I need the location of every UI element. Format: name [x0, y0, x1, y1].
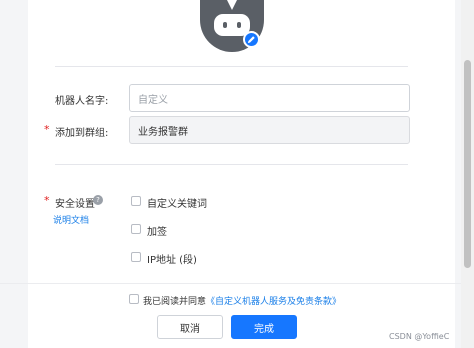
robot-name-input[interactable]: 自定义	[129, 84, 410, 112]
doc-link[interactable]: 说明文档	[53, 213, 89, 226]
agree-prefix: 我已阅读并同意	[143, 297, 207, 307]
question-icon[interactable]: ?	[93, 195, 103, 205]
sign-checkbox[interactable]	[131, 224, 141, 234]
terms-link[interactable]: 《自定义机器人服务及免责条款》	[206, 297, 341, 307]
edit-avatar-button[interactable]	[243, 31, 260, 48]
ip-checkbox[interactable]	[131, 252, 141, 262]
agree-text: 我已阅读并同意《自定义机器人服务及免责条款》	[143, 294, 341, 307]
left-gutter	[0, 0, 28, 348]
ip-option-label[interactable]: IP地址 (段)	[147, 251, 197, 266]
done-button[interactable]: 完成	[231, 315, 297, 339]
group-label: 添加到群组:	[55, 128, 109, 139]
security-required-mark: *	[44, 194, 50, 207]
keyword-checkbox[interactable]	[131, 196, 141, 206]
watermark: CSDN @YoffieC	[389, 332, 450, 341]
pencil-icon	[247, 36, 255, 44]
robot-name-label: 机器人名字:	[55, 96, 109, 107]
divider-middle	[55, 164, 408, 165]
group-value: 业务报警群	[138, 126, 188, 138]
robot-eye-right	[237, 22, 241, 28]
sign-option-label[interactable]: 加签	[147, 223, 167, 238]
cancel-button-label: 取消	[180, 323, 200, 335]
robot-eye-left	[223, 22, 227, 28]
security-label: 安全设置	[55, 199, 95, 210]
cancel-button[interactable]: 取消	[157, 315, 223, 339]
divider-top	[55, 66, 408, 67]
robot-name-placeholder: 自定义	[138, 94, 168, 106]
robot-antenna-icon	[227, 0, 237, 10]
done-button-label: 完成	[254, 323, 274, 335]
group-field: 业务报警群	[129, 116, 410, 144]
keyword-option-label[interactable]: 自定义关键词	[147, 195, 207, 210]
group-required-mark: *	[44, 123, 50, 136]
footer-divider	[0, 283, 461, 284]
scrollbar-thumb[interactable]	[464, 60, 471, 268]
agree-checkbox[interactable]	[129, 294, 139, 304]
